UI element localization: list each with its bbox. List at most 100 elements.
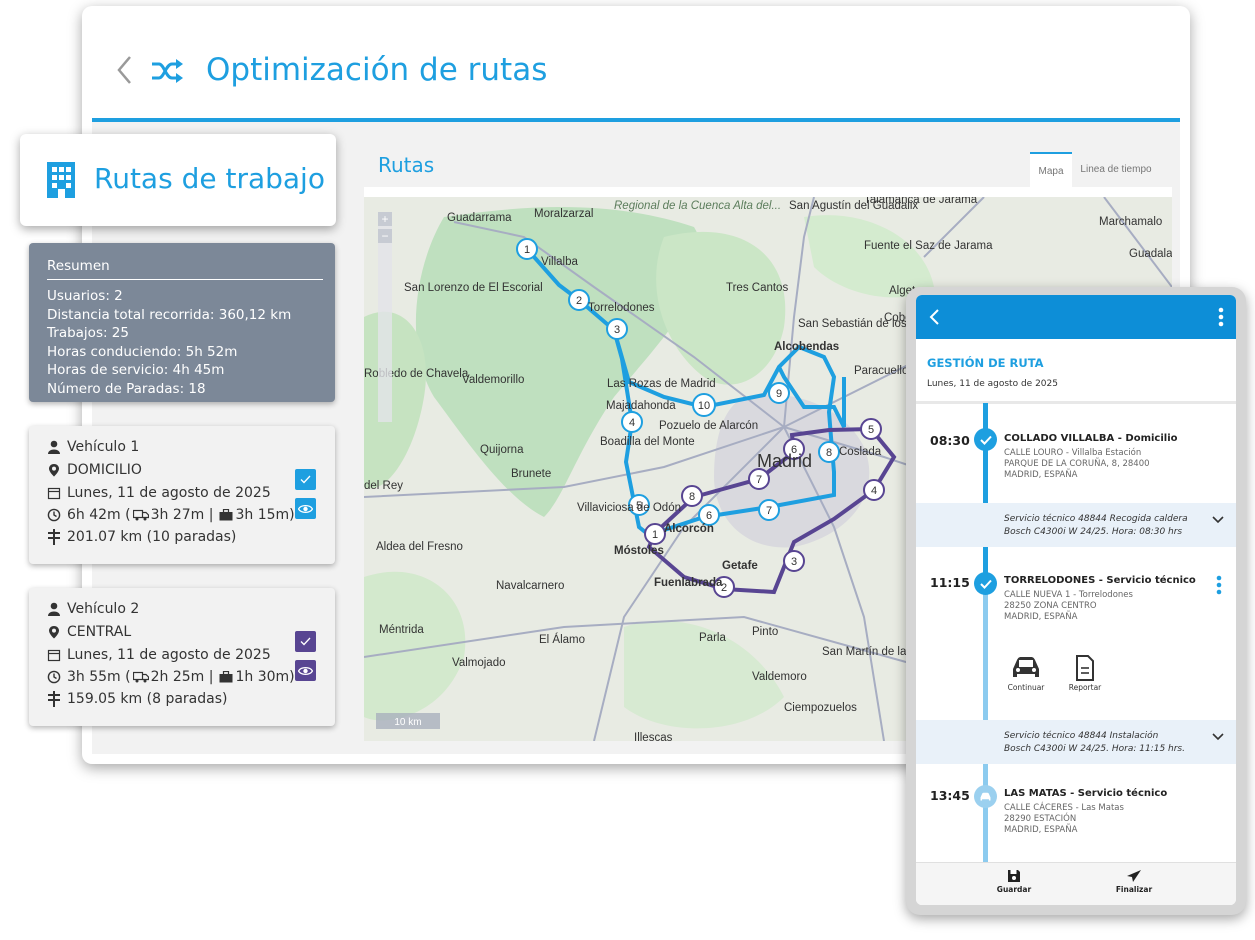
rutas-title: Rutas <box>378 153 435 177</box>
vehicle-name: Vehículo 2 <box>67 601 140 617</box>
mobile-header: GESTIÓN DE RUTA Lunes, 11 de agosto de 2… <box>916 339 1236 404</box>
map-label: Pinto <box>752 626 778 638</box>
map-label: Móstoles <box>614 545 664 557</box>
vehicle-distance: 159.05 km (8 paradas) <box>67 691 228 707</box>
map-label: Las Rozas de Madrid <box>607 378 716 390</box>
clock-icon <box>47 508 61 522</box>
vehicle-distance: 201.07 km (10 paradas) <box>67 529 237 545</box>
rutas-de-trabajo-card: Rutas de trabajo <box>20 134 336 226</box>
route1-stop-9[interactable]: 9 <box>768 382 790 404</box>
tab-mapa[interactable]: Mapa <box>1030 152 1072 189</box>
road-icon <box>48 691 60 707</box>
divider <box>47 279 323 280</box>
stop-title[interactable]: TORRELODONES - Servicio técnico <box>1004 575 1196 586</box>
back-arrow-icon[interactable] <box>928 308 940 326</box>
summary-title: Resumen <box>47 258 110 274</box>
truck-icon <box>132 509 149 521</box>
car-icon <box>980 792 991 800</box>
route2-stop-4[interactable]: 4 <box>863 479 885 501</box>
map-label: Villalba <box>541 256 578 268</box>
vehicle-card-1[interactable]: Vehículo 1 DOMICILIO Lunes, 11 de agosto… <box>29 426 335 564</box>
svg-text:6: 6 <box>706 510 712 522</box>
clock-icon <box>47 670 61 684</box>
tab-linea-de-tiempo[interactable]: Linea de tiempo <box>1076 152 1156 187</box>
finalizar-button[interactable]: Finalizar <box>1109 869 1159 894</box>
more-vertical-icon[interactable] <box>1218 307 1224 327</box>
send-icon <box>1127 870 1141 882</box>
map-label: Méntrida <box>379 624 424 636</box>
map-pin-icon <box>49 464 59 477</box>
eye-icon <box>298 504 313 513</box>
zoom-in-button[interactable]: + <box>381 212 388 226</box>
map-label: Regional de la Cuenca Alta del... <box>614 200 781 212</box>
route1-stop-3[interactable]: 3 <box>606 318 628 340</box>
more-vertical-icon[interactable] <box>1216 575 1222 595</box>
route2-stop-8[interactable]: 8 <box>681 485 703 507</box>
route1-stop-8[interactable]: 8 <box>818 441 840 463</box>
map-label: Talamanca de Jarama <box>864 197 978 206</box>
map-label: Illescas <box>634 732 673 741</box>
route1-stop-1[interactable]: 1 <box>516 238 538 260</box>
route1-stop-6[interactable]: 6 <box>698 504 720 526</box>
title-bar: Optimización de rutas <box>92 14 1180 122</box>
stop-title[interactable]: COLLADO VILLALBA - Domicilio <box>1004 433 1178 444</box>
vehicle-card-2[interactable]: Vehículo 2 CENTRAL Lunes, 11 de agosto d… <box>29 588 335 726</box>
vehicle-2-visibility-button[interactable] <box>295 660 316 681</box>
map-label: El Álamo <box>539 633 585 646</box>
route2-stop-5[interactable]: 5 <box>860 418 882 440</box>
route2-stop-1[interactable]: 1 <box>644 523 666 545</box>
mobile-title: GESTIÓN DE RUTA <box>927 356 1044 370</box>
map-label: Ciempozuelos <box>784 702 857 714</box>
vehicle-1-visibility-button[interactable] <box>295 498 316 519</box>
service-band[interactable]: Servicio técnico 48844 Recogida caldera B… <box>916 503 1236 547</box>
vehicle-location: CENTRAL <box>67 624 132 640</box>
route2-stop-7[interactable]: 7 <box>748 468 770 490</box>
back-chevron-icon[interactable] <box>114 54 134 86</box>
svg-text:5: 5 <box>868 424 874 436</box>
briefcase-icon <box>219 671 233 683</box>
save-icon <box>1008 870 1020 882</box>
document-icon <box>1076 655 1094 681</box>
vehicle-location: DOMICILIO <box>67 462 142 478</box>
map-label: Boadilla del Monte <box>600 436 695 448</box>
map-label: Parla <box>699 632 726 644</box>
guardar-button[interactable]: Guardar <box>989 869 1039 894</box>
summary-list: Usuarios: 2 Distancia total recorrida: 3… <box>47 287 291 398</box>
zoom-controls[interactable]: + − <box>378 212 392 422</box>
map-label: Aldea del Fresno <box>376 541 463 553</box>
route1-stop-4[interactable]: 4 <box>621 411 643 433</box>
chevron-down-icon[interactable] <box>1212 516 1224 524</box>
truck-icon <box>132 671 149 683</box>
mobile-device: GESTIÓN DE RUTA Lunes, 11 de agosto de 2… <box>906 287 1246 915</box>
service-description: Servicio técnico 48844 Instalación Bosch … <box>1004 731 1185 754</box>
stop-title[interactable]: LAS MATAS - Servicio técnico <box>1004 788 1167 799</box>
shuffle-icon <box>152 59 183 83</box>
service-band[interactable]: Servicio técnico 48844 Instalación Bosch … <box>916 720 1236 764</box>
vehicle-time-total: 3h 55m ( <box>67 669 131 685</box>
svg-text:8: 8 <box>826 447 832 459</box>
vehicle-1-checkbox[interactable] <box>295 469 316 490</box>
zoom-out-button[interactable]: − <box>381 229 388 243</box>
vehicle-2-checkbox[interactable] <box>295 631 316 652</box>
route1-stop-2[interactable]: 2 <box>568 289 590 311</box>
vehicle-date: Lunes, 11 de agosto de 2025 <box>67 485 271 501</box>
building-icon <box>47 162 75 198</box>
summary-driving-hours: Horas conduciendo: 5h 52m <box>47 343 238 360</box>
map-label: Moralzarzal <box>534 208 593 220</box>
chevron-down-icon[interactable] <box>1212 733 1224 741</box>
summary-service-hours: Horas de servicio: 4h 45m <box>47 362 225 378</box>
road-icon <box>48 529 60 545</box>
continuar-button[interactable]: Continuar <box>1002 655 1050 692</box>
map-pin-icon <box>49 626 59 639</box>
route2-stop-3[interactable]: 3 <box>783 550 805 572</box>
map-scale: 10 km <box>394 717 421 728</box>
vehicle-time-drive: 3h 27m | <box>150 507 214 523</box>
svg-text:4: 4 <box>871 485 877 497</box>
mobile-screen: GESTIÓN DE RUTA Lunes, 11 de agosto de 2… <box>916 295 1236 905</box>
svg-text:8: 8 <box>689 491 695 503</box>
route1-stop-10[interactable]: 10 <box>692 393 716 417</box>
route1-stop-7[interactable]: 7 <box>758 499 780 521</box>
calendar-icon <box>47 649 61 662</box>
map-label: Guadalaj <box>1129 248 1172 260</box>
reportar-button[interactable]: Reportar <box>1061 655 1109 692</box>
